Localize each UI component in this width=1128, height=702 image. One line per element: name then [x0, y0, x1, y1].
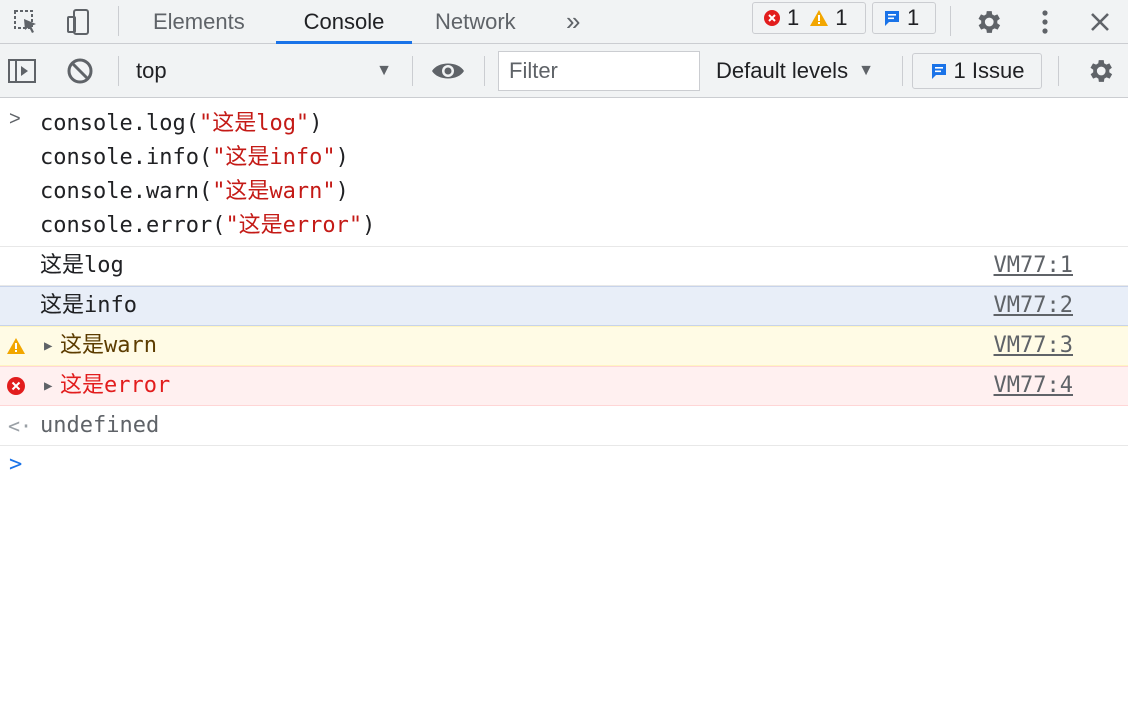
device-toolbar-icon[interactable] — [60, 0, 96, 43]
close-icon[interactable] — [1082, 0, 1118, 43]
command-line: console.warn("这是warn") — [40, 175, 349, 209]
warning-icon — [7, 338, 25, 354]
console-toolbar: top ▼ Default levels ▼ 1 Issue — [0, 44, 1128, 98]
command-code: console.error( — [40, 213, 226, 238]
command-code: ) — [309, 111, 323, 136]
clear-console-icon[interactable] — [62, 44, 98, 97]
command-line: console.error("这是error") — [40, 209, 375, 243]
chevron-down-icon: ▼ — [376, 62, 392, 79]
issues-button[interactable]: 1 Issue — [912, 53, 1042, 89]
prompt-chevron-icon: > — [9, 452, 23, 477]
error-count-value: 1 — [787, 5, 800, 30]
tab-elements-label: Elements — [153, 8, 245, 34]
console-prompt[interactable]: > — [0, 446, 1128, 486]
tab-network-label: Network — [435, 8, 516, 34]
command-code: console.info( — [40, 145, 213, 170]
console-message-error[interactable]: ▶ 这是error VM77:4 — [0, 366, 1128, 406]
error-warning-counter[interactable]: 1 1 — [752, 2, 866, 34]
more-tabs-icon[interactable]: » — [566, 0, 580, 43]
tab-network[interactable]: Network — [435, 0, 516, 43]
kebab-menu-icon[interactable] — [1030, 0, 1060, 43]
message-text: 这是warn — [60, 333, 157, 358]
command-code: ) — [335, 179, 349, 204]
source-link[interactable]: VM77:4 — [994, 367, 1073, 405]
message-text: 这是error — [60, 373, 171, 398]
console-settings-gear-icon[interactable] — [1080, 44, 1120, 97]
command-string: "这是info" — [212, 145, 336, 170]
command-string: "这是log" — [198, 111, 310, 136]
chevron-right-icon: > — [9, 108, 21, 130]
message-icon — [885, 11, 899, 26]
chevron-down-icon: ▼ — [858, 61, 874, 79]
command-code: console.log( — [40, 111, 199, 136]
command-line: console.log("这是log") — [40, 107, 322, 141]
console-message-warn[interactable]: ▶ 这是warn VM77:3 — [0, 326, 1128, 366]
message-count: 1 — [883, 5, 919, 31]
toolbar-separator — [1058, 56, 1059, 86]
error-icon — [7, 377, 25, 395]
warning-count-value: 1 — [835, 5, 848, 30]
log-levels-dropdown[interactable]: Default levels ▼ — [716, 44, 874, 97]
expand-triangle-icon[interactable]: ▶ — [44, 327, 52, 365]
return-arrow-icon: <· — [8, 414, 33, 438]
eye-icon[interactable] — [428, 44, 468, 97]
tab-console-label: Console — [303, 8, 385, 34]
warning-icon — [810, 10, 829, 26]
tabbar-separator — [950, 6, 951, 36]
toolbar-separator — [412, 56, 413, 86]
devtools-tabbar: Elements Console Network » 1 1 1 — [0, 0, 1128, 44]
log-levels-label: Default levels — [716, 57, 849, 83]
toolbar-separator — [484, 56, 485, 86]
context-selector-value: top — [136, 57, 167, 83]
error-icon — [764, 10, 780, 26]
return-value-text: undefined — [40, 413, 160, 438]
error-count: 1 — [763, 5, 799, 31]
console-message-info: 这是info VM77:2 — [0, 286, 1128, 326]
console-message-log: 这是log VM77:1 — [0, 247, 1128, 286]
command-code: ) — [362, 213, 376, 238]
message-text: 这是log — [40, 253, 124, 278]
command-input-echo: > console.log("这是log") console.info("这是i… — [0, 98, 1128, 247]
console-output: > console.log("这是log") console.info("这是i… — [0, 98, 1128, 702]
tabbar-separator — [118, 6, 119, 36]
source-link[interactable]: VM77:2 — [994, 287, 1073, 325]
settings-gear-icon[interactable] — [968, 0, 1008, 43]
sidebar-toggle-icon[interactable] — [4, 44, 40, 97]
message-counter[interactable]: 1 — [872, 2, 936, 34]
command-string: "这是warn" — [212, 179, 336, 204]
command-code: console.warn( — [40, 179, 213, 204]
filter-input[interactable] — [498, 51, 700, 91]
source-link[interactable]: VM77:3 — [994, 327, 1073, 365]
toolbar-separator — [902, 56, 903, 86]
command-string: "这是error" — [225, 213, 363, 238]
context-selector[interactable]: top ▼ — [120, 44, 402, 97]
console-return-value: <· undefined — [0, 406, 1128, 446]
message-text: 这是info — [40, 293, 137, 318]
expand-triangle-icon[interactable]: ▶ — [44, 367, 52, 405]
command-line: console.info("这是info") — [40, 141, 349, 175]
tab-console[interactable]: Console — [276, 0, 412, 44]
issues-label: 1 Issue — [953, 58, 1025, 83]
more-tabs-glyph: » — [566, 6, 581, 36]
source-link[interactable]: VM77:1 — [994, 247, 1073, 285]
message-count-value: 1 — [907, 5, 920, 30]
inspect-element-icon[interactable] — [8, 0, 44, 43]
warning-count: 1 — [809, 5, 848, 31]
toolbar-separator — [118, 56, 119, 86]
issue-message-icon — [931, 64, 946, 79]
tab-elements[interactable]: Elements — [153, 0, 245, 43]
command-code: ) — [335, 145, 349, 170]
